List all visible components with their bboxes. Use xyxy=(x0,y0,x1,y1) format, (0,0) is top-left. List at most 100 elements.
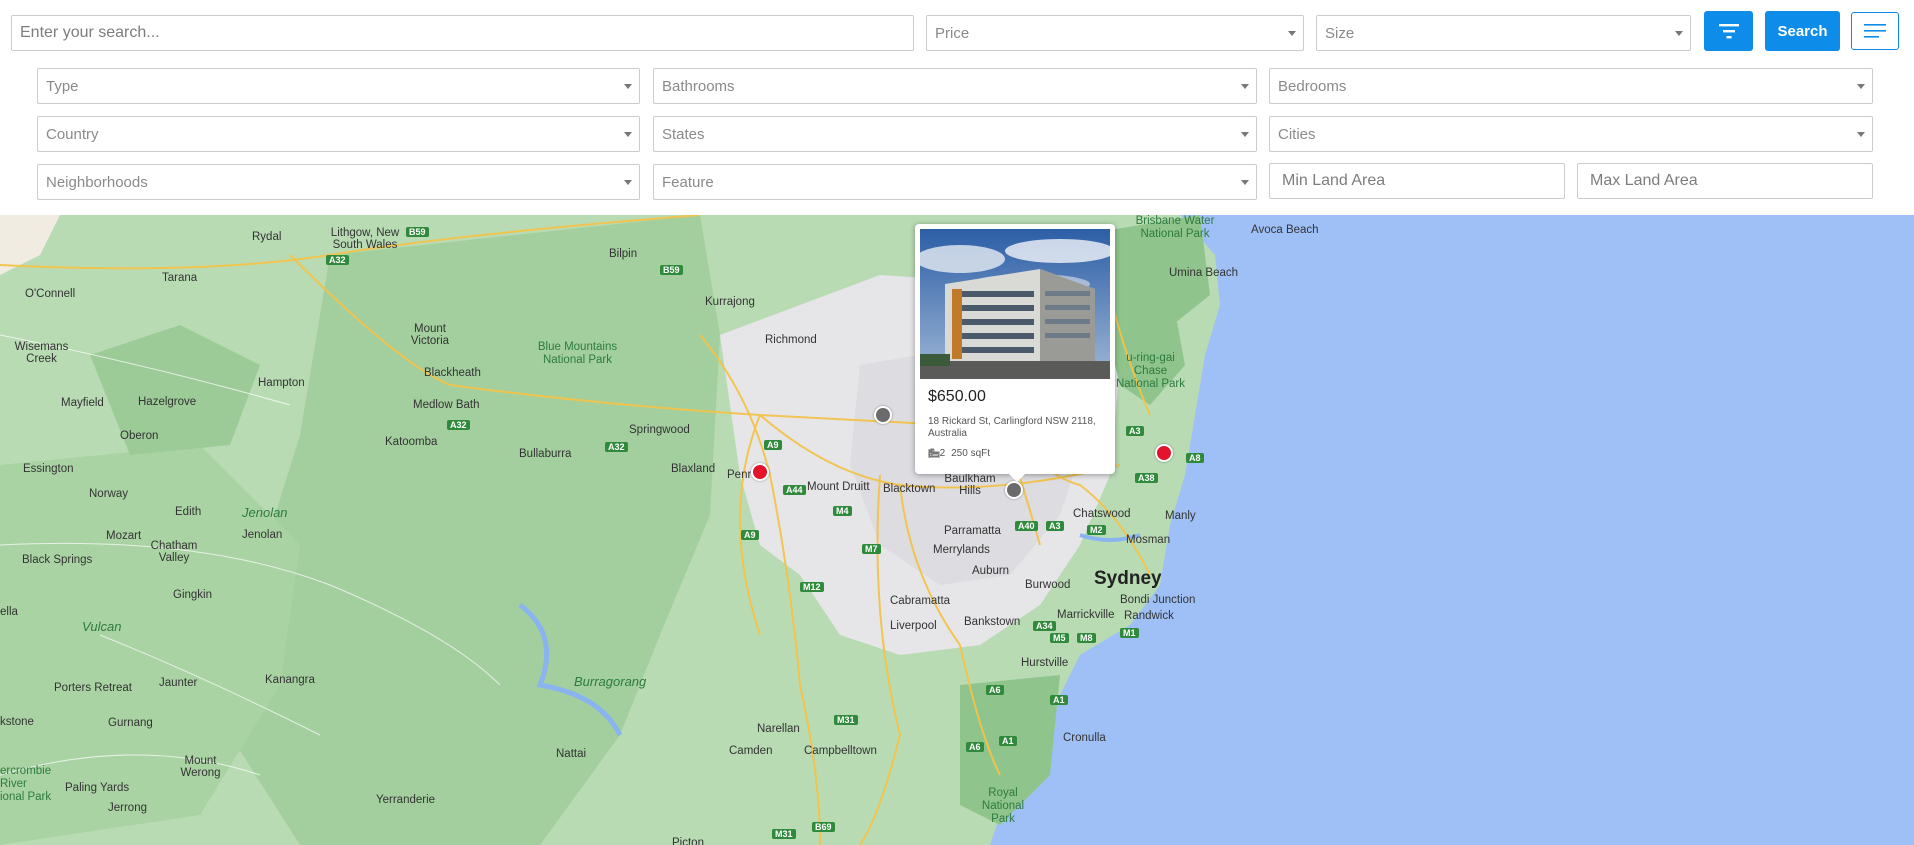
map-label: Baulkham Hills xyxy=(944,473,996,497)
road-shield: M1 xyxy=(1120,628,1139,638)
bathrooms-count: 2 xyxy=(939,448,946,459)
map-label: Campbelltown xyxy=(804,745,877,757)
map-label: Cronulla xyxy=(1063,732,1106,744)
type-select[interactable]: Type xyxy=(37,68,640,104)
map-label: Chatswood xyxy=(1073,508,1131,520)
feature-select-label: Feature xyxy=(662,173,714,191)
map-label: Richmond xyxy=(765,334,817,346)
feature-select[interactable]: Feature xyxy=(653,164,1257,200)
max-land-area-input[interactable] xyxy=(1577,163,1873,199)
map-label: Blackheath xyxy=(424,367,481,379)
map-label: Mount Victoria xyxy=(410,323,450,347)
map-label: Bullaburra xyxy=(519,448,572,460)
road-shield: B59 xyxy=(660,265,683,275)
cities-select[interactable]: Cities xyxy=(1269,116,1873,152)
filter-button[interactable] xyxy=(1704,11,1753,51)
map-label: Avoca Beach xyxy=(1251,224,1319,236)
map-label: Nattai xyxy=(556,748,587,760)
road-shield: A6 xyxy=(986,685,1004,695)
map-label: Parramatta xyxy=(944,525,1001,537)
property-address: 18 Rickard St, Carlingford NSW 2118, Aus… xyxy=(928,416,1096,439)
map-label: u-ring-gai Chase National Park xyxy=(1115,352,1186,390)
map-label: Jaunter xyxy=(159,677,198,689)
map-label: Royal National Park xyxy=(981,787,1025,825)
map-label: Merrylands xyxy=(933,544,990,556)
map-label: Black Springs xyxy=(22,554,93,566)
price-select-label: Price xyxy=(935,24,970,42)
road-shield: A40 xyxy=(1015,521,1038,531)
map-label: Tarana xyxy=(162,272,198,284)
chevron-down-icon xyxy=(1675,31,1683,36)
bathrooms-select[interactable]: Bathrooms xyxy=(653,68,1257,104)
map-view[interactable]: Rydal Lithgow, New South Wales Bilpin Ku… xyxy=(0,215,1914,845)
min-land-area-input[interactable] xyxy=(1269,163,1565,199)
search-button[interactable]: Search xyxy=(1765,11,1840,51)
map-label: Blue Mountains National Park xyxy=(537,341,618,366)
property-photo[interactable] xyxy=(920,229,1110,379)
map-label: Mount Druitt xyxy=(807,481,870,493)
map-label: Burragorang xyxy=(574,674,647,689)
road-shield: A34 xyxy=(1033,621,1056,631)
chevron-down-icon xyxy=(1241,180,1249,185)
road-shield: A1 xyxy=(1050,695,1068,705)
road-shield: M8 xyxy=(1077,633,1096,643)
price-select[interactable]: Price xyxy=(926,15,1304,51)
map-label: Bondi Junction xyxy=(1120,594,1196,606)
map-label: Camden xyxy=(729,745,773,757)
property-marker-red[interactable] xyxy=(1155,444,1173,462)
map-label: Bankstown xyxy=(964,616,1021,628)
map-label: Essington xyxy=(23,463,74,475)
map-label: Kurrajong xyxy=(705,296,755,308)
popup-tail xyxy=(1009,474,1025,482)
road-shield: B69 xyxy=(812,822,835,832)
bedrooms-select[interactable]: Bedrooms xyxy=(1269,68,1873,104)
property-price: $650.00 xyxy=(928,388,986,405)
road-shield: A9 xyxy=(764,440,782,450)
map-label: ella xyxy=(0,606,18,618)
map-label: Randwick xyxy=(1124,610,1174,622)
map-label: Porters Retreat xyxy=(54,682,132,694)
menu-icon xyxy=(1864,24,1886,38)
map-label: Rydal xyxy=(252,231,282,243)
property-marker-red[interactable] xyxy=(751,463,769,481)
map-label: Oberon xyxy=(120,430,159,442)
menu-button[interactable] xyxy=(1851,12,1899,50)
map-label: Brisbane Water National Park xyxy=(1135,215,1215,240)
map-label: O'Connell xyxy=(25,288,76,300)
map-label: Mozart xyxy=(106,530,142,542)
area-value: 250 sqFt xyxy=(951,448,991,459)
search-input[interactable] xyxy=(11,15,914,51)
property-popup[interactable]: $650.00 18 Rickard St, Carlingford NSW 2… xyxy=(915,224,1115,482)
map-label: Liverpool xyxy=(890,620,937,632)
map-label: Mosman xyxy=(1126,534,1171,546)
bedrooms-select-label: Bedrooms xyxy=(1278,77,1347,95)
map-label: Jerrong xyxy=(108,802,147,814)
area-icon xyxy=(928,449,938,458)
type-select-label: Type xyxy=(46,77,79,95)
road-shield: M2 xyxy=(1087,525,1106,535)
map-label: Katoomba xyxy=(385,436,438,448)
map-label: Jenolan xyxy=(242,505,288,520)
states-select[interactable]: States xyxy=(653,116,1257,152)
neighborhoods-select[interactable]: Neighborhoods xyxy=(37,164,640,200)
road-shield: A38 xyxy=(1135,473,1158,483)
property-marker-grey[interactable] xyxy=(1005,481,1023,499)
map-label: Jenolan xyxy=(242,529,283,541)
property-features: 4 2 250 sqFt xyxy=(928,448,990,459)
road-shield: M7 xyxy=(862,544,881,554)
road-shield: A6 xyxy=(966,742,984,752)
road-shield: A1 xyxy=(999,736,1017,746)
chevron-down-icon xyxy=(624,84,632,89)
map-label: Sydney xyxy=(1094,568,1162,589)
map-label: Picton xyxy=(672,837,704,845)
size-select[interactable]: Size xyxy=(1316,15,1691,51)
property-marker-grey[interactable] xyxy=(874,406,892,424)
country-select[interactable]: Country xyxy=(37,116,640,152)
map-label: Penr xyxy=(727,469,752,481)
road-shield: A32 xyxy=(326,255,349,265)
chevron-down-icon xyxy=(1241,132,1249,137)
map-label: kstone xyxy=(0,716,34,728)
map-label: Manly xyxy=(1165,510,1196,522)
road-shield: M31 xyxy=(834,715,858,725)
map-label: Marrickville xyxy=(1057,609,1115,621)
